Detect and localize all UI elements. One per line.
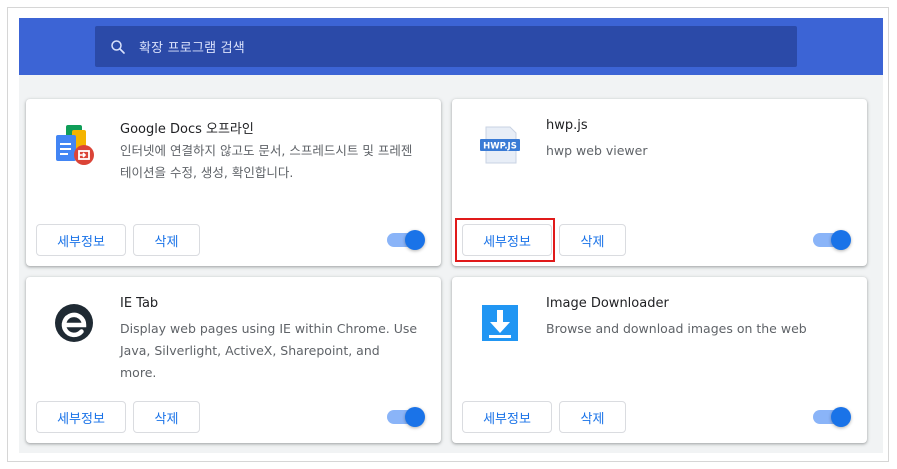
extension-name: Google Docs 오프라인 — [120, 122, 254, 137]
extension-name: Image Downloader — [546, 296, 669, 311]
extension-card-ie-tab: IE Tab Display web pages using IE within… — [26, 277, 441, 443]
toggle-knob — [405, 230, 425, 250]
extension-name: hwp.js — [546, 118, 588, 133]
hwpjs-icon: HWP.JS — [480, 126, 520, 164]
extension-name: IE Tab — [120, 296, 159, 311]
details-button[interactable]: 세부정보 — [36, 401, 126, 433]
extension-card-google-docs-offline: Google Docs 오프라인 인터넷에 연결하지 않고도 문서, 스프레드시… — [26, 99, 441, 266]
enable-toggle[interactable] — [387, 407, 425, 427]
search-input[interactable]: 확장 프로그램 검색 — [139, 37, 245, 56]
enable-toggle[interactable] — [813, 230, 851, 250]
details-button[interactable]: 세부정보 — [462, 401, 552, 433]
extension-description: Browse and download images on the web — [546, 321, 807, 336]
search-icon — [111, 39, 125, 54]
ie-tab-icon — [55, 304, 93, 342]
extension-description: 인터넷에 연결하지 않고도 문서, 스프레드시트 및 프레젠테이션을 수정, 생… — [120, 143, 413, 180]
enable-toggle[interactable] — [387, 230, 425, 250]
enable-toggle[interactable] — [813, 407, 851, 427]
remove-button[interactable]: 삭제 — [559, 401, 626, 433]
download-arrow-icon — [482, 305, 518, 341]
extension-description: Display web pages using IE within Chrome… — [120, 321, 418, 380]
google-docs-offline-icon — [56, 125, 94, 165]
details-button[interactable]: 세부정보 — [36, 224, 126, 256]
remove-button[interactable]: 삭제 — [559, 224, 626, 256]
toggle-knob — [831, 230, 851, 250]
toggle-knob — [831, 407, 851, 427]
remove-button[interactable]: 삭제 — [133, 401, 200, 433]
extension-description: hwp web viewer — [546, 143, 648, 158]
hwpjs-icon-text: HWP.JS — [483, 142, 517, 152]
search-bar[interactable]: 확장 프로그램 검색 — [95, 26, 797, 67]
highlight-box — [455, 218, 555, 262]
remove-button[interactable]: 삭제 — [133, 224, 200, 256]
toggle-knob — [405, 407, 425, 427]
extension-card-image-downloader: Image Downloader Browse and download ima… — [452, 277, 867, 443]
